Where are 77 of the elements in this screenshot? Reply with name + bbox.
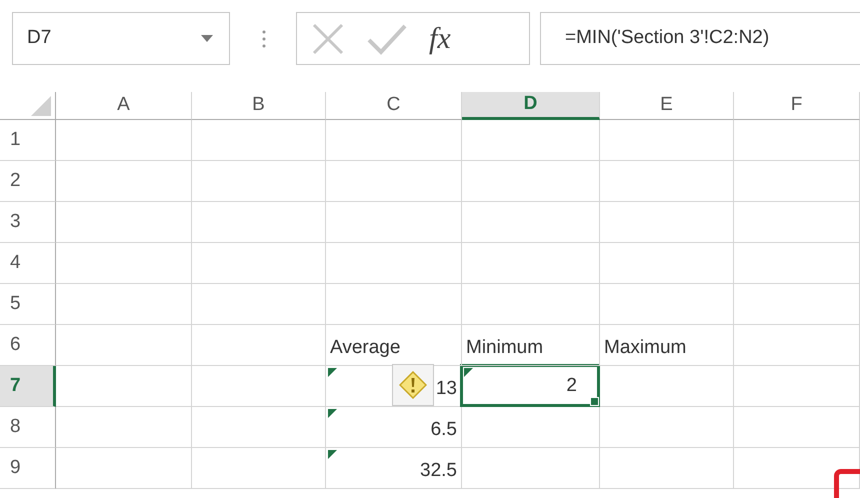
row-header[interactable]: 2: [0, 161, 56, 202]
corner-triangle-icon: [31, 96, 51, 116]
table-cell[interactable]: [734, 325, 860, 366]
table-cell[interactable]: Maximum: [600, 325, 734, 366]
table-cell[interactable]: [734, 243, 860, 284]
table-cell[interactable]: [56, 120, 192, 161]
table-cell[interactable]: [734, 407, 860, 448]
table-cell[interactable]: [600, 202, 734, 243]
table-cell[interactable]: [326, 202, 462, 243]
table-cell[interactable]: [326, 243, 462, 284]
table-cell[interactable]: [56, 161, 192, 202]
column-header[interactable]: A: [56, 92, 192, 120]
table-cell[interactable]: [734, 202, 860, 243]
table-cell[interactable]: [734, 161, 860, 202]
table-cell[interactable]: [192, 284, 326, 325]
table-cell[interactable]: [192, 161, 326, 202]
name-box[interactable]: D7: [12, 12, 230, 65]
warning-icon: [399, 371, 427, 399]
table-cell[interactable]: [600, 284, 734, 325]
table-cell[interactable]: [192, 407, 326, 448]
table-cell[interactable]: [192, 120, 326, 161]
column-header[interactable]: B: [192, 92, 326, 120]
table-cell[interactable]: [600, 407, 734, 448]
table-cell[interactable]: [56, 407, 192, 448]
table-cell[interactable]: [462, 243, 600, 284]
table-cell[interactable]: [600, 448, 734, 489]
table-cell[interactable]: [462, 284, 600, 325]
table-cell[interactable]: [192, 448, 326, 489]
fill-handle[interactable]: [590, 397, 599, 406]
table-cell[interactable]: [462, 407, 600, 448]
row-header[interactable]: 4: [0, 243, 56, 284]
table-cell[interactable]: [734, 366, 860, 407]
row-header[interactable]: 5: [0, 284, 56, 325]
cancel-icon[interactable]: [311, 22, 345, 56]
table-cell[interactable]: [462, 161, 600, 202]
table-cell[interactable]: [56, 243, 192, 284]
table-cell[interactable]: [734, 284, 860, 325]
row-header[interactable]: 8: [0, 407, 56, 448]
table-cell[interactable]: [56, 202, 192, 243]
table-cell[interactable]: [734, 120, 860, 161]
row-header[interactable]: 7: [0, 366, 56, 407]
column-header[interactable]: F: [734, 92, 860, 120]
table-cell[interactable]: [600, 243, 734, 284]
table-cell[interactable]: 6.5: [326, 407, 462, 448]
table-cell[interactable]: 32.5: [326, 448, 462, 489]
table-cell[interactable]: [192, 366, 326, 407]
grip-icon[interactable]: [262, 30, 266, 48]
table-cell[interactable]: [462, 448, 600, 489]
table-cell[interactable]: [734, 448, 860, 489]
formula-field[interactable]: =MIN('Section 3'!C2:N2): [540, 12, 860, 65]
table-cell[interactable]: [56, 366, 192, 407]
column-header[interactable]: D: [462, 92, 600, 120]
table-cell[interactable]: [56, 448, 192, 489]
table-cell[interactable]: [462, 120, 600, 161]
row-header[interactable]: 9: [0, 448, 56, 489]
table-cell[interactable]: Minimum: [462, 325, 600, 366]
enter-check-icon[interactable]: [367, 22, 407, 54]
table-cell[interactable]: [462, 202, 600, 243]
table-cell[interactable]: [326, 161, 462, 202]
table-cell[interactable]: [600, 120, 734, 161]
error-options-button[interactable]: [392, 364, 434, 406]
table-cell[interactable]: [192, 243, 326, 284]
table-cell[interactable]: [600, 161, 734, 202]
dropdown-caret-icon[interactable]: [201, 35, 213, 42]
table-cell[interactable]: [192, 325, 326, 366]
table-cell[interactable]: [192, 202, 326, 243]
table-cell[interactable]: 13: [326, 366, 462, 407]
column-header[interactable]: E: [600, 92, 734, 120]
table-cell[interactable]: 2: [462, 366, 600, 407]
row-header[interactable]: 1: [0, 120, 56, 161]
table-cell[interactable]: [56, 284, 192, 325]
table-cell[interactable]: [56, 325, 192, 366]
table-cell[interactable]: [326, 284, 462, 325]
table-cell[interactable]: [600, 366, 734, 407]
insert-function-button[interactable]: fx: [429, 24, 451, 54]
table-cell[interactable]: [326, 120, 462, 161]
row-header[interactable]: 3: [0, 202, 56, 243]
